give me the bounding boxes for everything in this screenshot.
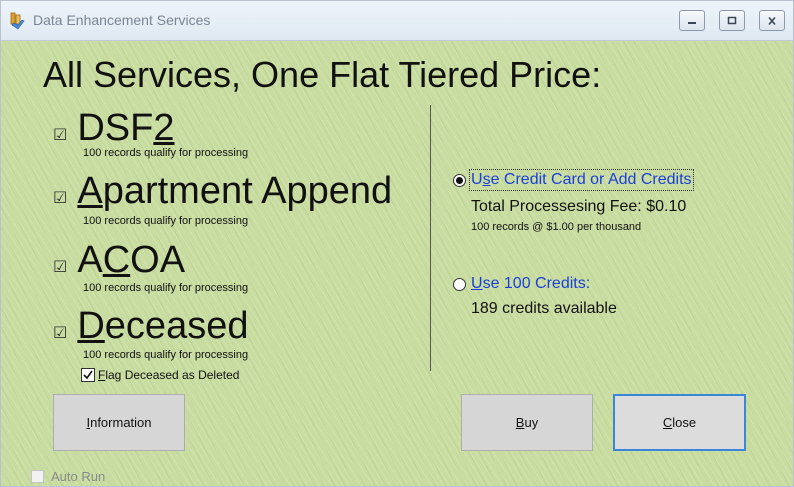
vertical-divider xyxy=(430,105,431,371)
option-use-credits[interactable]: Use 100 Credits: xyxy=(453,275,590,293)
maximize-icon xyxy=(727,16,737,24)
headline: All Services, One Flat Tiered Price: xyxy=(43,54,602,95)
apartment-append-qualify-text: 100 records qualify for processing xyxy=(83,215,249,227)
service-title: DSF2 xyxy=(77,107,175,149)
minimize-icon xyxy=(688,21,696,24)
flag-deceased-label: Flag Deceased as Deleted xyxy=(98,368,240,382)
app-tools-icon xyxy=(10,12,25,30)
use-credits-radio[interactable] xyxy=(453,277,466,291)
flag-deceased-checkbox[interactable] xyxy=(81,368,95,382)
dialog-window: Data Enhancement Services All Services, … xyxy=(0,0,794,487)
title-bar[interactable]: Data Enhancement Services xyxy=(1,1,793,41)
dsf2-qualify-text: 100 records qualify for processing xyxy=(83,147,249,159)
maximize-button[interactable] xyxy=(719,10,745,31)
minimize-button[interactable] xyxy=(679,10,705,31)
auto-run-label: Auto Run xyxy=(51,469,106,484)
credit-card-label[interactable]: Use Credit Card or Add Credits xyxy=(469,169,694,191)
close-button[interactable]: Close xyxy=(613,394,746,451)
checkmark-icon xyxy=(83,370,93,380)
credits-available-text: 189 credits available xyxy=(471,300,617,317)
deceased-checkbox[interactable]: ☑ xyxy=(53,323,67,342)
information-button-label: Information xyxy=(86,415,152,430)
close-icon xyxy=(768,16,776,25)
flag-deceased-option[interactable]: Flag Deceased as Deleted xyxy=(81,368,239,382)
service-title: ACOA xyxy=(77,239,186,281)
acoa-qualify-text: 100 records qualify for processing xyxy=(83,282,249,294)
dsf2-checkbox[interactable]: ☑ xyxy=(53,125,67,144)
buy-button[interactable]: Buy xyxy=(461,394,593,451)
fee-rate-text: 100 records @ $1.00 per thousand xyxy=(471,221,642,233)
auto-run-option[interactable]: Auto Run xyxy=(31,469,105,484)
service-deceased[interactable]: ☑ Deceased xyxy=(53,307,248,345)
window-title: Data Enhancement Services xyxy=(33,12,211,28)
service-apartment-append[interactable]: ☑ Apartment Append xyxy=(53,172,392,210)
auto-run-checkbox[interactable] xyxy=(31,470,44,483)
close-window-button[interactable] xyxy=(759,10,785,31)
use-credits-label[interactable]: Use 100 Credits: xyxy=(471,275,590,293)
buy-button-label: Buy xyxy=(515,415,539,430)
service-title: Deceased xyxy=(77,305,249,347)
service-dsf2[interactable]: ☑ DSF2 xyxy=(53,109,174,147)
information-button[interactable]: Information xyxy=(53,394,185,451)
deceased-qualify-text: 100 records qualify for processing xyxy=(83,349,249,361)
apartment-append-checkbox[interactable]: ☑ xyxy=(53,188,67,207)
credit-card-radio[interactable] xyxy=(453,173,466,187)
option-credit-card[interactable]: Use Credit Card or Add Credits xyxy=(453,169,694,191)
service-title: Apartment Append xyxy=(77,170,393,212)
acoa-checkbox[interactable]: ☑ xyxy=(53,257,67,276)
close-button-label: Close xyxy=(662,415,697,430)
radio-selected-dot xyxy=(456,176,463,184)
total-fee-text: Total Processesing Fee: $0.10 xyxy=(471,198,687,215)
service-acoa[interactable]: ☑ ACOA xyxy=(53,241,185,279)
